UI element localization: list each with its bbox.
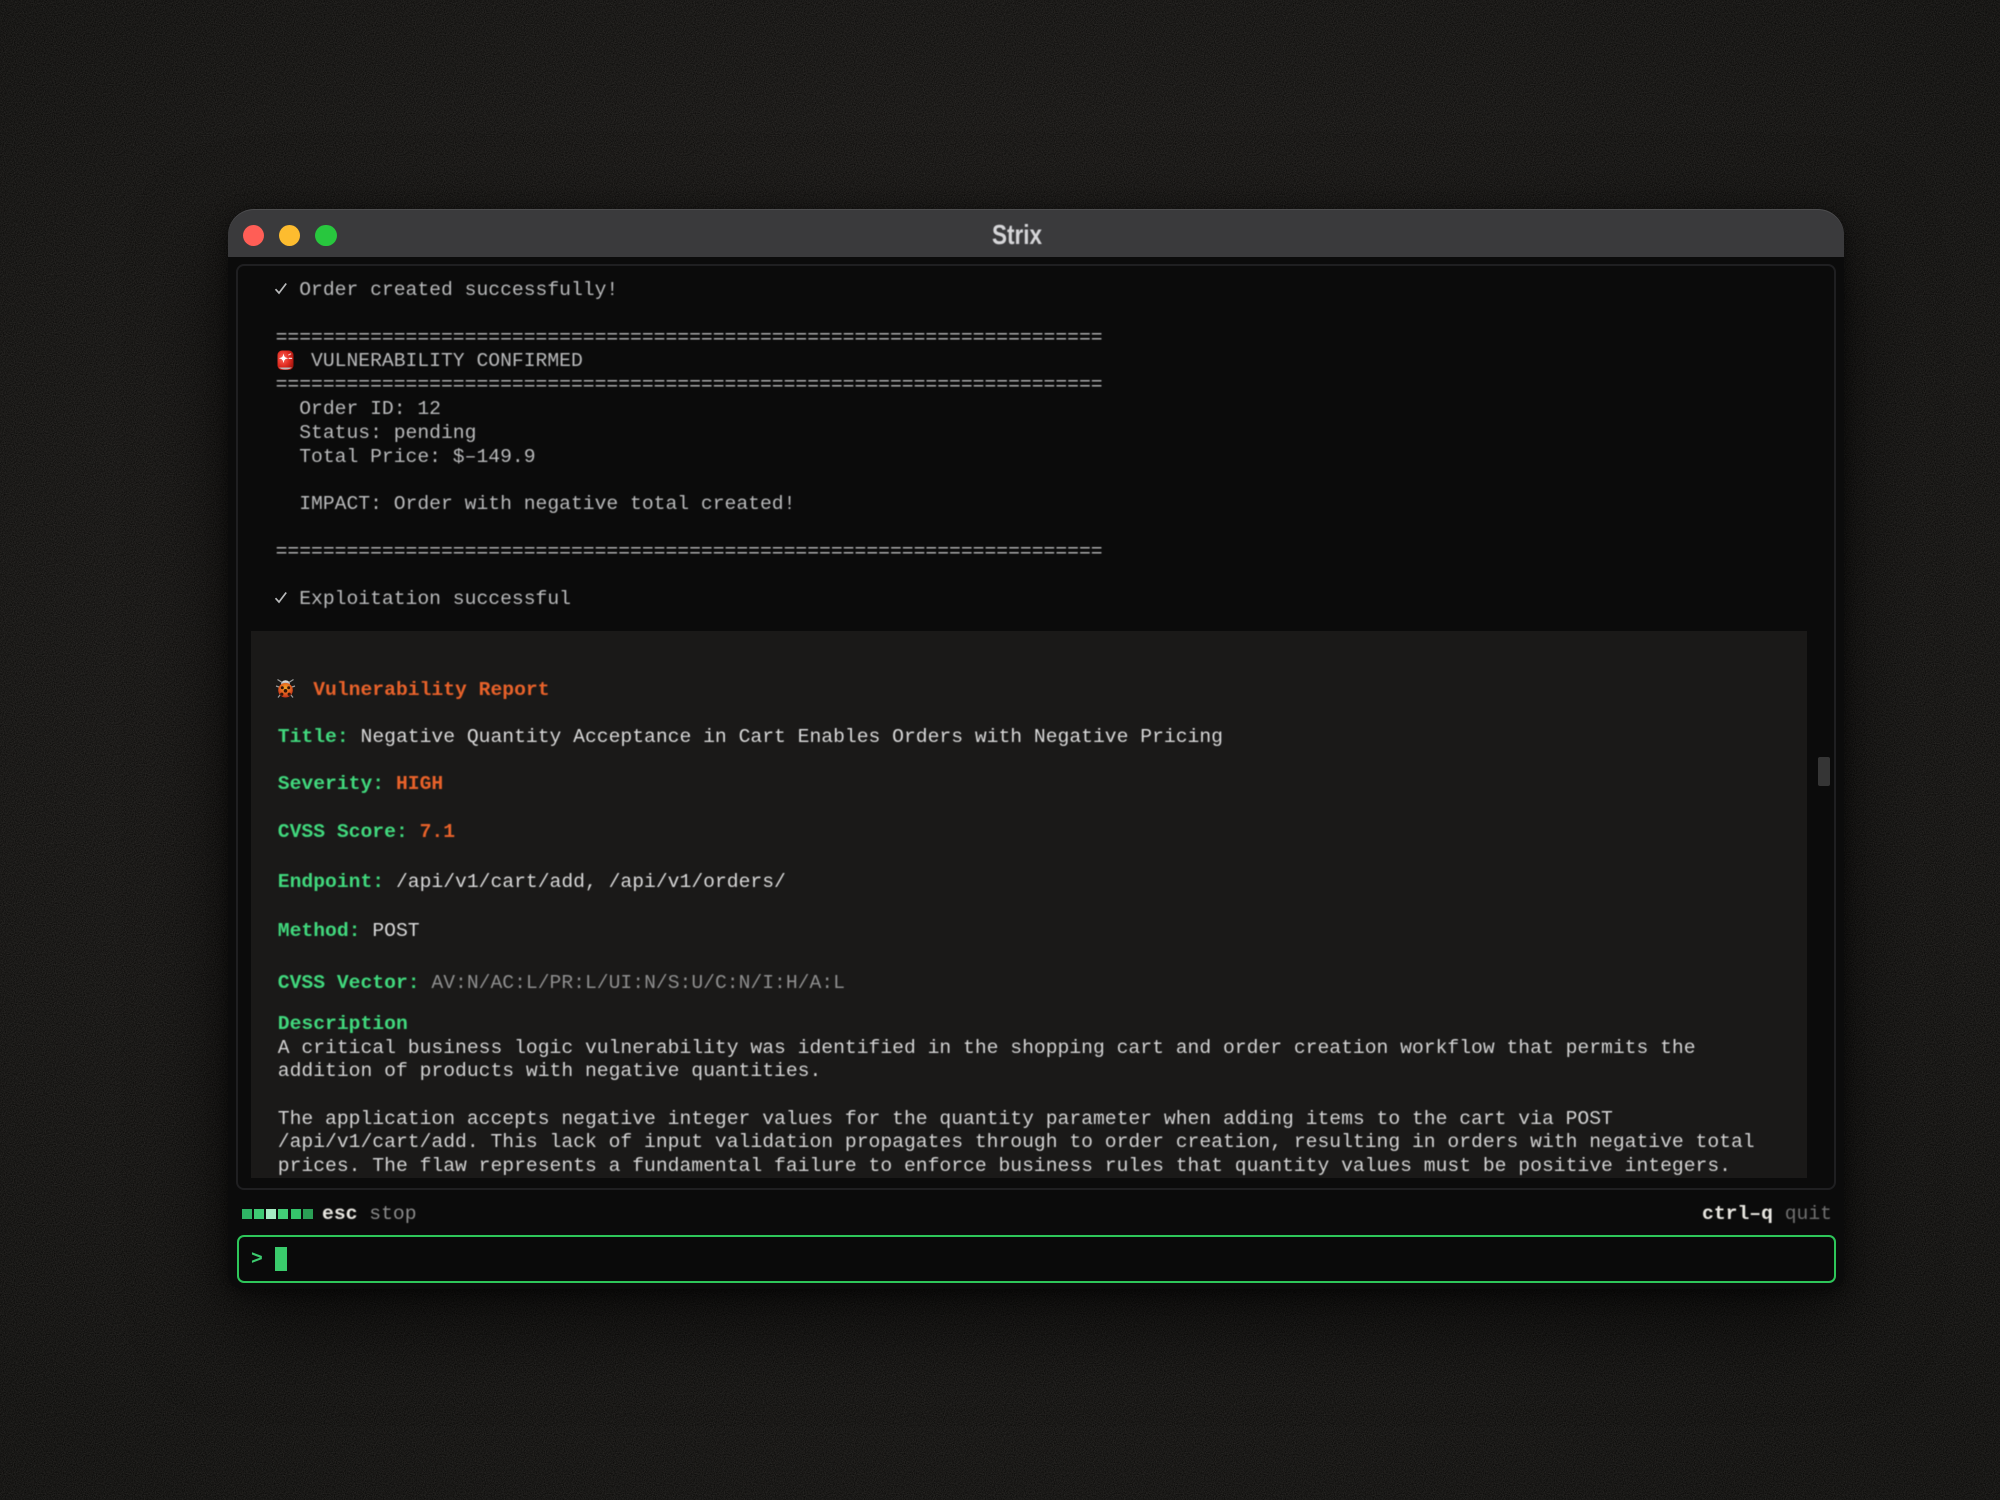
svg-text:Strix: Strix bbox=[992, 219, 1042, 250]
